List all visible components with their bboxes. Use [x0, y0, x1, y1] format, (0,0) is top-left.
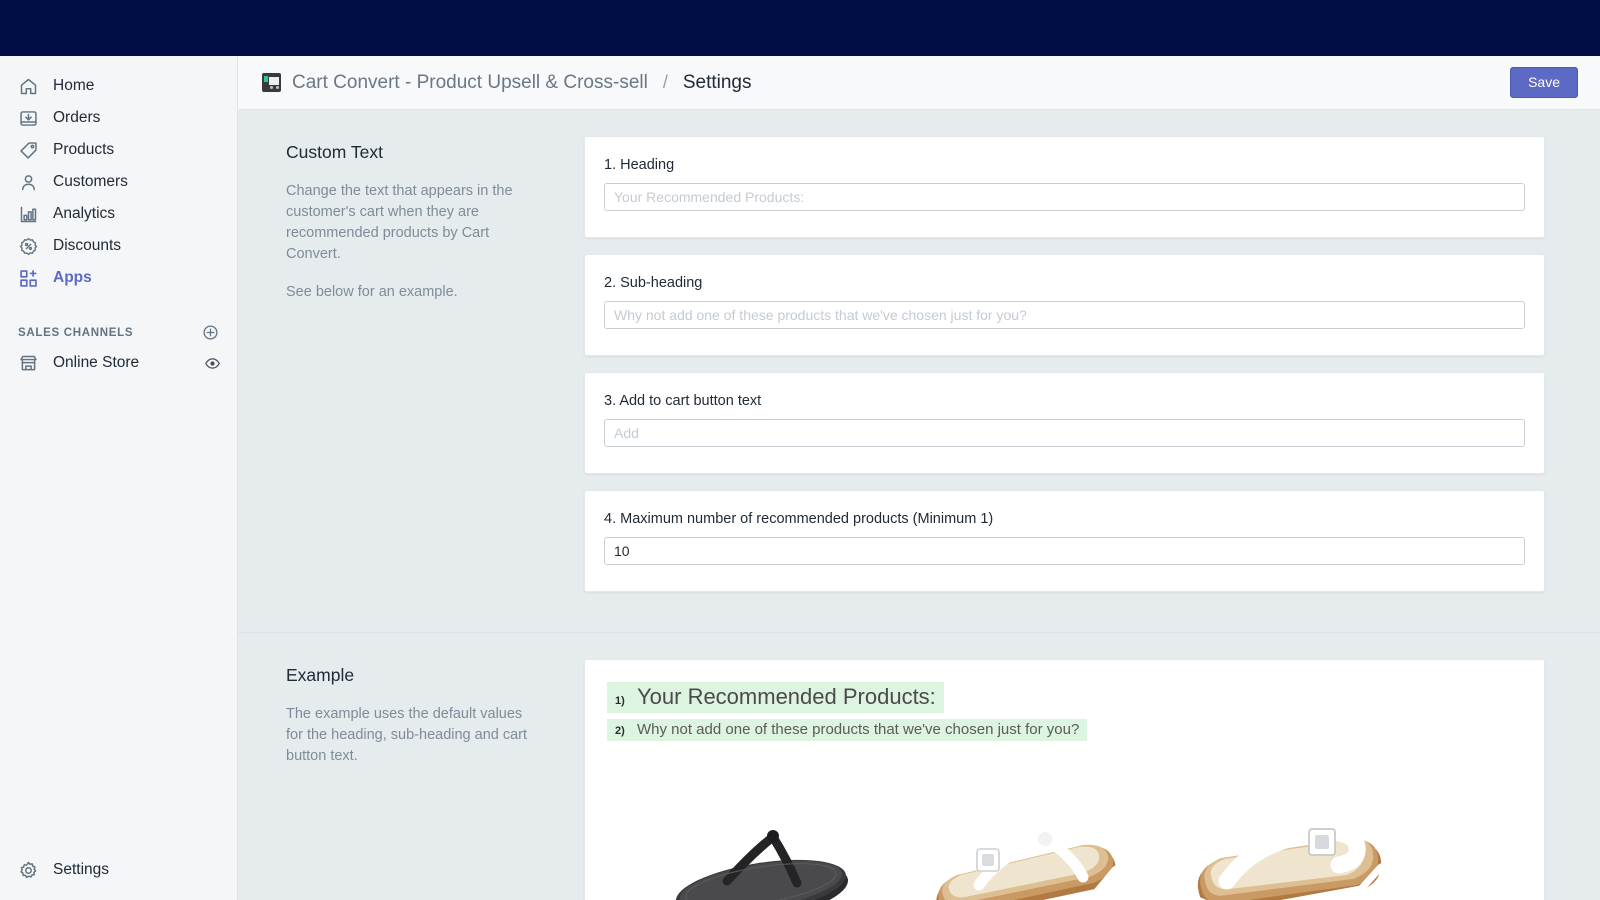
sidebar-item-label: Home: [53, 77, 95, 94]
home-icon: [18, 76, 39, 97]
analytics-bar-chart-icon: [18, 204, 39, 225]
sidebar-item-label: Customers: [53, 173, 128, 190]
sidebar-item-label: Settings: [53, 861, 110, 878]
preview-product-2: [919, 789, 1131, 900]
sidebar-item-apps[interactable]: Apps: [10, 262, 229, 294]
custom-text-description-p2: See below for an example.: [286, 284, 458, 301]
preview-products-row: [607, 741, 1522, 900]
preview-subheading-row: 2) Why not add one of these products tha…: [607, 719, 1522, 741]
preview-heading-text: Your Recommended Products:: [637, 684, 936, 709]
sidebar-item-orders[interactable]: Orders: [10, 102, 229, 134]
gear-icon: [18, 860, 39, 881]
breadcrumb-separator: /: [662, 72, 668, 92]
preview-heading-row: 1) Your Recommended Products:: [607, 682, 1522, 713]
example-section: Example The example uses the default val…: [238, 632, 1600, 900]
subheading-field-card: 2. Sub-heading: [584, 254, 1545, 356]
custom-text-fields-column: 1. Heading 2. Sub-heading 3. Add to cart…: [584, 136, 1600, 608]
preview-heading-highlight: 1) Your Recommended Products:: [607, 682, 944, 713]
sidebar-bottom: Settings: [0, 854, 237, 900]
customers-person-icon: [18, 172, 39, 193]
sales-channels-header: SALES CHANNELS: [18, 324, 219, 341]
sidebar: Home Orders Products Customers Analytics…: [0, 56, 238, 900]
custom-text-title: Custom Text: [286, 142, 383, 162]
white-buckle-cork-slide: [1191, 824, 1385, 900]
breadcrumb-app-link[interactable]: Cart Convert - Product Upsell & Cross-se…: [292, 72, 648, 94]
custom-text-section: Custom Text Change the text that appears…: [238, 110, 1600, 608]
discounts-percent-icon: [18, 236, 39, 257]
cart-convert-app-icon: [262, 73, 281, 92]
custom-text-description: Change the text that appears in the cust…: [286, 181, 542, 303]
plus-circle-icon[interactable]: [202, 324, 219, 341]
black-flip-flop-sandal: [673, 830, 849, 900]
page-header: Cart Convert - Product Upsell & Cross-se…: [238, 56, 1600, 110]
subheading-field-label: 2. Sub-heading: [604, 275, 703, 291]
heading-field-label: 1. Heading: [604, 157, 675, 173]
sidebar-item-products[interactable]: Products: [10, 134, 229, 166]
sidebar-item-label: Discounts: [53, 237, 122, 254]
sales-channels-title: SALES CHANNELS: [18, 326, 134, 339]
max-products-field-card: 4. Maximum number of recommended product…: [584, 490, 1545, 592]
apps-grid-plus-icon: [18, 268, 39, 289]
preview-subheading-text: Why not add one of these products that w…: [637, 721, 1080, 738]
custom-text-description-p1: Change the text that appears in the cust…: [286, 183, 513, 263]
eye-icon[interactable]: [204, 355, 221, 372]
preview-product-3: [1183, 789, 1395, 900]
heading-field-card: 1. Heading: [584, 136, 1545, 238]
add-to-cart-button-text-input[interactable]: [604, 419, 1525, 447]
products-tag-icon: [18, 140, 39, 161]
sidebar-item-label: Analytics: [53, 205, 116, 222]
sidebar-item-label: Online Store: [53, 354, 140, 371]
sidebar-item-settings[interactable]: Settings: [10, 854, 229, 886]
preview-subheading-highlight: 2) Why not add one of these products tha…: [607, 719, 1088, 741]
store-icon: [18, 353, 39, 374]
max-products-input[interactable]: [604, 537, 1525, 565]
example-preview-column: 1) Your Recommended Products: 2) Why not…: [584, 659, 1600, 900]
sidebar-item-customers[interactable]: Customers: [10, 166, 229, 198]
example-title: Example: [286, 665, 355, 685]
add-to-cart-button-text-card: 3. Add to cart button text: [584, 372, 1545, 474]
sidebar-item-online-store[interactable]: Online Store: [10, 347, 229, 379]
body-row: Home Orders Products Customers Analytics…: [0, 56, 1600, 900]
page-title: Settings: [682, 71, 752, 93]
settings-scroll-area[interactable]: Custom Text Change the text that appears…: [238, 110, 1600, 900]
example-preview-card: 1) Your Recommended Products: 2) Why not…: [584, 659, 1545, 900]
subheading-input[interactable]: [604, 301, 1525, 329]
add-to-cart-button-text-label: 3. Add to cart button text: [604, 393, 762, 409]
top-navigation-bar: [0, 0, 1600, 56]
breadcrumb: Cart Convert - Product Upsell & Cross-se…: [262, 72, 1510, 94]
white-thong-cork-sandal: [936, 832, 1118, 900]
sidebar-item-label: Products: [53, 141, 115, 158]
app-root: Home Orders Products Customers Analytics…: [0, 0, 1600, 900]
example-description-column: Example The example uses the default val…: [238, 659, 584, 900]
example-description: The example uses the default values for …: [286, 704, 542, 767]
preview-product-1: [655, 789, 867, 900]
save-button[interactable]: Save: [1510, 66, 1578, 99]
sidebar-item-home[interactable]: Home: [10, 70, 229, 102]
sidebar-item-analytics[interactable]: Analytics: [10, 198, 229, 230]
preview-marker-1: 1): [615, 695, 625, 707]
main-content: Cart Convert - Product Upsell & Cross-se…: [238, 56, 1600, 900]
preview-marker-2: 2): [615, 725, 625, 737]
sidebar-item-label: Orders: [53, 109, 101, 126]
max-products-field-label: 4. Maximum number of recommended product…: [604, 511, 994, 527]
example-description-p1: The example uses the default values for …: [286, 706, 528, 765]
orders-icon: [18, 108, 39, 129]
sidebar-item-discounts[interactable]: Discounts: [10, 230, 229, 262]
sidebar-item-label: Apps: [53, 269, 92, 286]
heading-input[interactable]: [604, 183, 1525, 211]
custom-text-description-column: Custom Text Change the text that appears…: [238, 136, 584, 608]
